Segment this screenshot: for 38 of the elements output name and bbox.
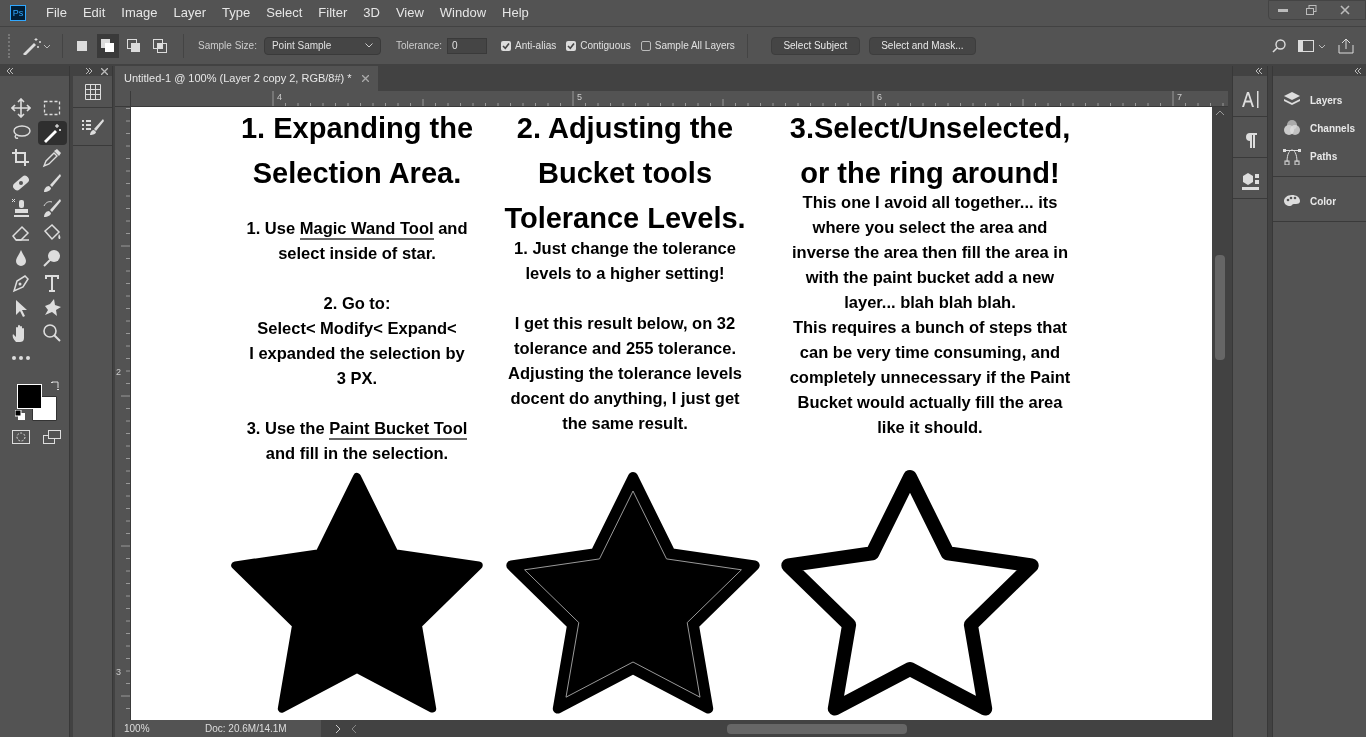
sample-size-label: Sample Size: [198,39,257,53]
heading: 3.Select/Unselected, or the ring around! [789,111,1071,191]
panel-tab[interactable]: Channels [1273,114,1366,142]
panel-tab[interactable]: Layers [1273,86,1366,114]
menu-item[interactable]: View [387,3,432,23]
menu-item[interactable]: Edit [74,3,114,23]
paragraph: 1. Use Magic Wand Tool and select inside of star. [246,218,468,264]
menu-item[interactable]: Help [494,3,537,23]
option-button[interactable]: Select Subject [770,36,860,55]
checkbox-label[interactable]: Contiguous [580,38,631,53]
menu-item[interactable]: 3D [355,3,388,23]
menu-item[interactable]: File [38,3,75,23]
paragraph: 3. Use the Paint Bucket Tool and fill in the selection. [246,418,468,464]
panel-tab[interactable]: Paths [1273,142,1366,170]
menu-item[interactable]: Layer [165,3,215,23]
paragraph: I get this result below, on 32 tolerance and 255 tolerance. Adjusting the tolerance levels docent do anything, I just get the same result. [508,313,742,434]
menu-item[interactable]: Filter [310,3,356,23]
paragraph: 2. Go to: Select< Modify< Expand< I expanded the selection by 3 PX. [249,293,465,389]
panel-tab[interactable]: Color [1273,187,1366,215]
tolerance-field[interactable]: 0 [447,37,488,54]
menu-item[interactable]: Type [214,3,259,23]
checkbox-label[interactable]: Anti-alias [515,38,557,53]
heading: 2. Adjusting the Bucket tools Tolerance Levels. [504,111,746,236]
tolerance-label: Tolerance: [395,39,443,53]
document-tab[interactable]: Untitled-1 @ 100% (Layer 2 copy 2, RGB/8#) * [115,66,378,91]
option-button[interactable]: Select and Mask... [868,36,976,55]
paragraph: 1. Just change the tolerance levels to a higher setting! [514,238,736,284]
paragraph: This one I avoid all together... its where you select the area and inverse the area then fill the area in with the paint bucket add a new layer... blah blah blah. This requires a bunch of steps that can be very time consuming, and completely unnecessary if the Paint Bucket would actually fill the area like it should. [789,192,1071,438]
document-size: Doc: 20.6M/14.1M [151,720,321,737]
sample-size-dropdown[interactable]: Point Sample [263,36,381,55]
checkbox-label[interactable]: Sample All Layers [654,38,735,53]
zoom-level[interactable]: 100% [115,720,151,737]
heading: 1. Expanding the Selection Area. [241,111,473,191]
menu-item[interactable]: Image [113,3,166,23]
menu-item[interactable]: Select [258,3,311,23]
document-title: Untitled-1 @ 100% (Layer 2 copy 2, RGB/8#) * [124,71,352,87]
menu-item[interactable]: Window [431,3,495,23]
app-logo[interactable]: Ps [10,5,26,21]
